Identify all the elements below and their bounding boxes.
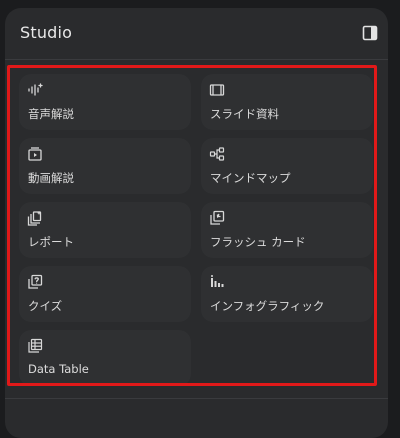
card-label: インフォグラフィック [210, 299, 325, 313]
card-label: 動画解説 [28, 171, 74, 185]
studio-tools-grid: 音声解説 スライド資料 動画解説 マインドマップ レポート フラッシュ カード … [13, 70, 375, 386]
tool-flashcard-card[interactable]: フラッシュ カード [201, 202, 373, 258]
card-label: マインドマップ [210, 171, 291, 185]
slides-icon [209, 82, 225, 98]
video-icon [27, 146, 43, 162]
panel-bottom-divider [5, 398, 388, 399]
card-label: Data Table [28, 362, 89, 376]
tool-infographic-card[interactable]: インフォグラフィック [201, 266, 373, 322]
tool-slides-card[interactable]: スライド資料 [201, 74, 373, 130]
tool-report-card[interactable]: レポート [19, 202, 191, 258]
tool-quiz-card[interactable]: クイズ [19, 266, 191, 322]
mindmap-icon [209, 146, 225, 162]
tool-data-table-card[interactable]: Data Table [19, 330, 191, 386]
tool-video-overview-card[interactable]: 動画解説 [19, 138, 191, 194]
card-label: スライド資料 [210, 107, 279, 121]
studio-header: Studio [5, 8, 388, 58]
tool-mindmap-card[interactable]: マインドマップ [201, 138, 373, 194]
header-divider [5, 59, 388, 60]
report-icon [27, 210, 43, 226]
panel-toggle-icon[interactable] [362, 25, 378, 41]
card-label: フラッシュ カード [210, 235, 306, 249]
audio-waveform-icon [27, 82, 43, 98]
infographic-icon [209, 274, 225, 290]
card-label: クイズ [28, 299, 63, 313]
tool-audio-overview-card[interactable]: 音声解説 [19, 74, 191, 130]
card-label: 音声解説 [28, 107, 74, 121]
data-table-icon [27, 338, 43, 354]
card-label: レポート [28, 235, 74, 249]
quiz-icon [27, 274, 43, 290]
flashcard-icon [209, 210, 225, 226]
studio-title: Studio [20, 23, 73, 42]
